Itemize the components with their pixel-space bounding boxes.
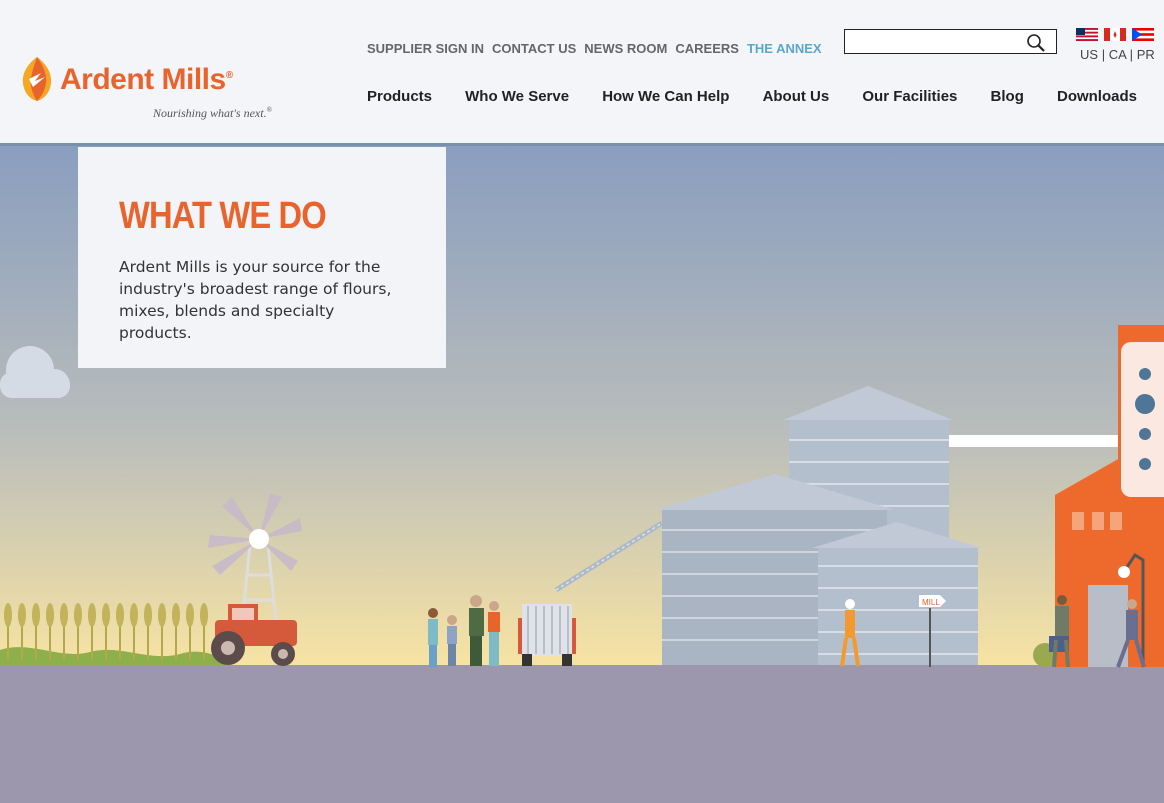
- logo-mark-icon: [22, 57, 52, 101]
- logo-tagline: Nourishing what's next.®: [153, 106, 272, 120]
- the-annex-link[interactable]: THE ANNEX: [747, 41, 822, 56]
- what-we-do-card: WHAT WE DO Ardent Mills is your source f…: [78, 147, 446, 368]
- logo-text: Ardent Mills®: [60, 63, 233, 96]
- search-box: [844, 29, 1057, 54]
- pager-dot-2-active[interactable]: [1135, 394, 1155, 414]
- locale-separator: |: [1101, 47, 1106, 62]
- locale-pr[interactable]: PR: [1137, 47, 1155, 62]
- mill-sign-label: MILL: [922, 598, 940, 607]
- careers-link[interactable]: CAREERS: [675, 41, 739, 56]
- news-room-link[interactable]: NEWS ROOM: [584, 41, 667, 56]
- pager-dot-3[interactable]: [1139, 428, 1151, 440]
- locale-switcher: US | CA | PR: [1080, 47, 1155, 62]
- nav-products[interactable]: Products: [367, 88, 432, 105]
- pager-dot-4[interactable]: [1139, 458, 1151, 470]
- nav-our-facilities[interactable]: Our Facilities: [862, 88, 957, 105]
- intro-text: Ardent Mills is your source for the indu…: [119, 258, 392, 342]
- search-icon[interactable]: [1026, 33, 1046, 53]
- locale-us[interactable]: US: [1080, 47, 1098, 62]
- locale-ca[interactable]: CA: [1109, 47, 1126, 62]
- contact-us-link[interactable]: CONTACT US: [492, 41, 576, 56]
- us-flag-icon[interactable]: [1076, 28, 1098, 41]
- search-input[interactable]: [849, 31, 1023, 54]
- grain-pipe: [949, 435, 1121, 447]
- supplier-sign-in-link[interactable]: SUPPLIER SIGN IN: [367, 41, 484, 56]
- nav-who-we-serve[interactable]: Who We Serve: [465, 88, 569, 105]
- section-pager: [1121, 342, 1164, 497]
- nav-blog[interactable]: Blog: [991, 88, 1024, 105]
- site-header: Ardent Mills® Nourishing what's next.® S…: [0, 0, 1164, 143]
- nav-downloads[interactable]: Downloads: [1057, 88, 1137, 105]
- locale-separator: |: [1129, 47, 1134, 62]
- nav-about-us[interactable]: About Us: [763, 88, 830, 105]
- utility-nav: SUPPLIER SIGN IN CONTACT US NEWS ROOM CA…: [367, 41, 822, 56]
- logo[interactable]: Ardent Mills® Nourishing what's next.®: [20, 55, 290, 125]
- pager-dot-1[interactable]: [1139, 368, 1151, 380]
- canada-flag-icon[interactable]: [1104, 28, 1126, 41]
- nav-how-we-can-help[interactable]: How We Can Help: [602, 88, 729, 105]
- main-nav: Products Who We Serve How We Can Help Ab…: [367, 88, 1137, 105]
- page-title: WHAT WE DO: [119, 195, 327, 237]
- puerto-rico-flag-icon[interactable]: [1132, 28, 1154, 41]
